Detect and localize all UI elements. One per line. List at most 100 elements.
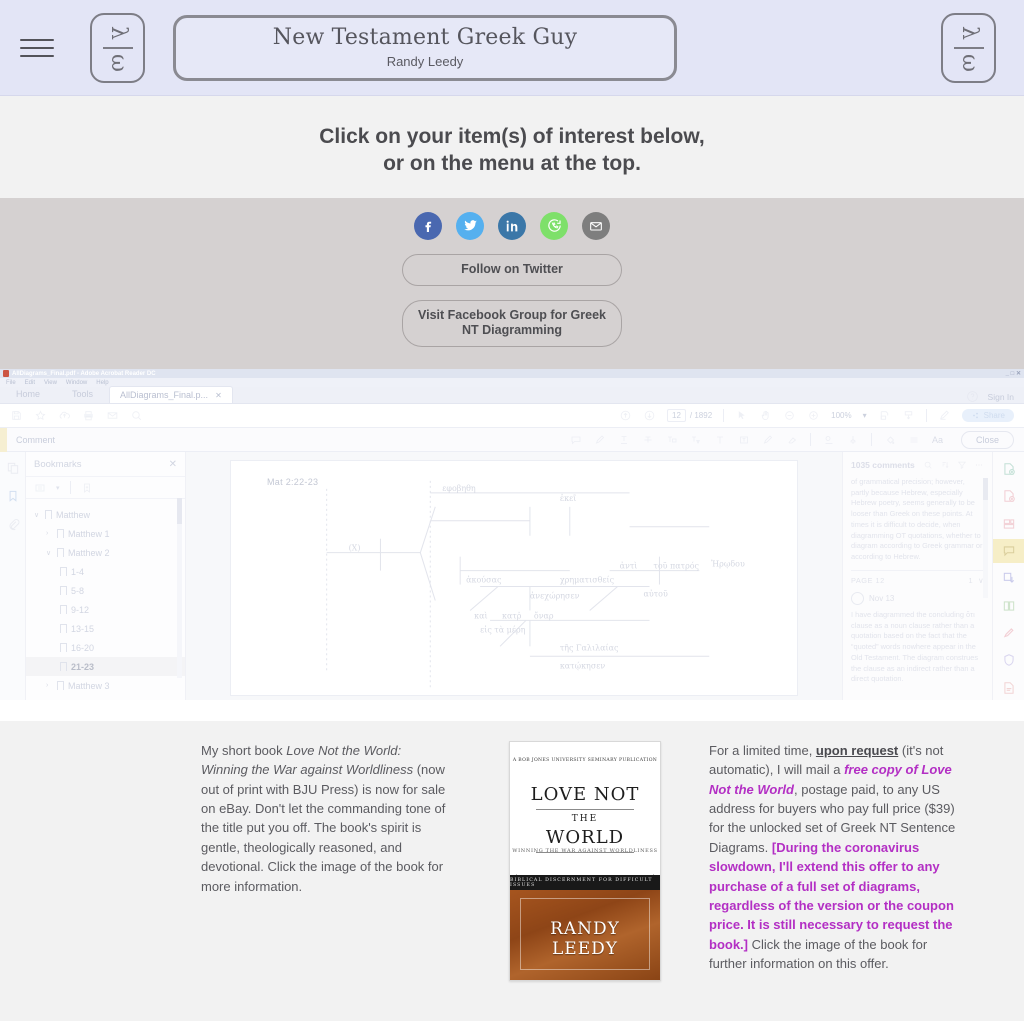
tab-tools[interactable]: Tools: [56, 386, 109, 403]
protect-tool[interactable]: [993, 648, 1024, 672]
search-icon[interactable]: [923, 460, 933, 470]
site-logo-left[interactable]: λ ω: [90, 13, 145, 83]
compare-files-tool[interactable]: [993, 594, 1024, 618]
bookmark-item[interactable]: 5-8: [26, 581, 185, 600]
add-text-icon[interactable]: [714, 434, 726, 446]
comments-page-row[interactable]: PAGE 12 1 ∨: [851, 576, 984, 585]
facebook-icon[interactable]: [414, 212, 442, 240]
menu-window[interactable]: Window: [66, 380, 87, 386]
site-title-box[interactable]: New Testament Greek Guy Randy Leedy: [173, 15, 677, 81]
comment-tool[interactable]: [993, 539, 1024, 563]
chevron-down-icon[interactable]: ▾: [56, 484, 60, 492]
bookmark-item[interactable]: › Matthew 3: [26, 676, 185, 695]
site-logo-right[interactable]: λ ω: [941, 13, 996, 83]
tab-document[interactable]: AllDiagrams_Final.p... ✕: [109, 386, 233, 403]
sign-in-button[interactable]: Sign In: [988, 392, 1014, 402]
scrollbar-thumb[interactable]: [177, 498, 182, 524]
menu-file[interactable]: File: [6, 380, 16, 386]
chevron-right-icon[interactable]: ›: [46, 530, 53, 537]
draw-pencil-icon[interactable]: [762, 434, 774, 446]
select-cursor-icon[interactable]: [735, 409, 748, 422]
text-box-icon[interactable]: [738, 434, 750, 446]
whatsapp-icon[interactable]: [540, 212, 568, 240]
book-cover-image[interactable]: A BOB JONES UNIVERSITY SEMINARY PUBLICAT…: [509, 741, 661, 981]
star-icon[interactable]: [34, 409, 47, 422]
bookmark-item[interactable]: 13-15: [26, 619, 185, 638]
facebook-group-button[interactable]: Visit Facebook Group for Greek NT Diagra…: [402, 300, 622, 347]
bookmark-item-selected[interactable]: 21-23: [26, 657, 185, 676]
menu-edit[interactable]: Edit: [25, 380, 35, 386]
scrollbar-thumb[interactable]: [983, 478, 988, 500]
replace-text-icon[interactable]: [666, 434, 678, 446]
create-pdf-tool[interactable]: [993, 457, 1024, 481]
linkedin-icon[interactable]: [498, 212, 526, 240]
bookmark-item[interactable]: ∨ Matthew 2: [26, 543, 185, 562]
bookmarks-icon[interactable]: [6, 489, 20, 503]
acrobat-screenshot[interactable]: AllDiagrams_Final.pdf - Adobe Acrobat Re…: [0, 369, 1024, 721]
chevron-down-icon[interactable]: ∨: [46, 549, 53, 557]
page-number-input[interactable]: 12: [667, 409, 686, 422]
strikethrough-text-icon[interactable]: [642, 434, 654, 446]
pdf-view-pane[interactable]: Mat 2:22-23: [186, 452, 842, 700]
chevron-right-icon[interactable]: ›: [46, 682, 53, 689]
tab-home[interactable]: Home: [0, 386, 56, 403]
menu-icon[interactable]: [20, 35, 54, 61]
bookmark-item[interactable]: ∨ Matthew: [26, 505, 185, 524]
bookmark-item[interactable]: 16-20: [26, 638, 185, 657]
fit-page-icon[interactable]: [878, 409, 891, 422]
help-icon[interactable]: [966, 390, 979, 403]
fill-and-sign-tool[interactable]: [993, 621, 1024, 645]
more-tools[interactable]: [993, 676, 1024, 700]
hand-tool-icon[interactable]: [759, 409, 772, 422]
insert-text-icon[interactable]: [690, 434, 702, 446]
filter-icon[interactable]: [957, 460, 967, 470]
share-button[interactable]: Share: [962, 409, 1014, 422]
organize-pages-tool[interactable]: [993, 512, 1024, 536]
fill-color-icon[interactable]: [884, 434, 896, 446]
email-icon[interactable]: [106, 409, 119, 422]
chevron-down-icon[interactable]: ▾: [863, 411, 867, 420]
chevron-down-icon[interactable]: ∨: [34, 511, 41, 519]
combine-files-tool[interactable]: [993, 566, 1024, 590]
zoom-out-icon[interactable]: [783, 409, 796, 422]
bookmarks-scrollbar[interactable]: [177, 498, 182, 678]
menu-view[interactable]: View: [44, 380, 57, 386]
close-icon[interactable]: ✕: [169, 459, 177, 470]
bookmark-item[interactable]: 1-4: [26, 562, 185, 581]
menu-help[interactable]: Help: [96, 380, 108, 386]
more-options-icon[interactable]: [974, 460, 984, 470]
export-pdf-tool[interactable]: [993, 484, 1024, 508]
sticky-note-icon[interactable]: [570, 434, 582, 446]
page-thumbnails-icon[interactable]: [6, 461, 20, 475]
search-icon[interactable]: [130, 409, 143, 422]
line-thickness-icon[interactable]: [908, 434, 920, 446]
close-comment-button[interactable]: Close: [961, 431, 1014, 449]
comments-scrollbar[interactable]: [983, 478, 988, 598]
upon-request-link[interactable]: upon request: [816, 743, 898, 758]
twitter-icon[interactable]: [456, 212, 484, 240]
highlight-pen-icon[interactable]: [594, 434, 606, 446]
font-size-label[interactable]: Aa: [932, 435, 943, 445]
eraser-icon[interactable]: [786, 434, 798, 446]
save-icon[interactable]: [10, 409, 23, 422]
next-page-icon[interactable]: [643, 409, 656, 422]
window-controls[interactable]: _ □ ✕: [1006, 370, 1024, 377]
edit-pdf-icon[interactable]: [938, 409, 951, 422]
bookmark-item[interactable]: 9-12: [26, 600, 185, 619]
fit-width-icon[interactable]: [902, 409, 915, 422]
attachments-icon[interactable]: [6, 517, 20, 531]
print-icon[interactable]: [82, 409, 95, 422]
follow-twitter-button[interactable]: Follow on Twitter: [402, 254, 622, 286]
new-bookmark-icon[interactable]: [81, 482, 93, 494]
pin-icon[interactable]: [847, 434, 859, 446]
bookmark-options-icon[interactable]: [34, 482, 46, 494]
zoom-level[interactable]: 100%: [831, 411, 851, 420]
underline-text-icon[interactable]: [618, 434, 630, 446]
sort-icon[interactable]: [940, 460, 950, 470]
email-icon[interactable]: [582, 212, 610, 240]
zoom-in-icon[interactable]: [807, 409, 820, 422]
bookmark-item[interactable]: › Matthew 1: [26, 524, 185, 543]
stamp-icon[interactable]: [823, 434, 835, 446]
upload-cloud-icon[interactable]: [58, 409, 71, 422]
previous-page-icon[interactable]: [619, 409, 632, 422]
